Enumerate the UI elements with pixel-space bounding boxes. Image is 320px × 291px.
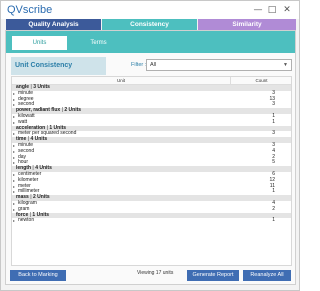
table-row[interactable]: ▸newton 1 xyxy=(12,218,291,224)
filter-select[interactable]: All ▼ xyxy=(146,59,292,71)
generate-report-button[interactable]: Generate Report xyxy=(187,270,239,281)
tab-units[interactable]: Units xyxy=(12,36,67,50)
panel-header: Unit Consistency Filter : All ▼ xyxy=(11,57,292,75)
group-count: 1 Units xyxy=(32,212,49,218)
tab-terms[interactable]: Terms xyxy=(71,36,126,50)
viewing-status: Viewing 17 units xyxy=(137,270,173,276)
footer-bar: Back to Marking Viewing 17 units Generat… xyxy=(6,267,295,285)
tab-consistency[interactable]: Consistency xyxy=(102,19,197,30)
caret-right-icon: ▸ xyxy=(13,218,15,224)
sub-tab-bar: Units Terms xyxy=(6,31,295,53)
app-window: QVscribe — □ ✕ Quality Analysis Consiste… xyxy=(0,0,300,291)
filter-label: Filter : xyxy=(131,62,146,68)
consistency-panel: Units Terms Unit Consistency Filter : Al… xyxy=(5,30,296,285)
maximize-icon[interactable]: □ xyxy=(266,4,278,16)
group-count: 3 Units xyxy=(33,84,50,90)
back-to-marking-button[interactable]: Back to Marking xyxy=(10,270,66,281)
minimize-icon[interactable]: — xyxy=(252,4,264,16)
column-header-unit[interactable]: Unit xyxy=(12,77,230,84)
units-grid: Unit Count angle | 3 Units ▸minute3 ▸deg… xyxy=(11,76,292,266)
unit-count: 1 xyxy=(230,218,275,224)
title-bar: QVscribe — □ ✕ xyxy=(1,1,299,19)
filter-value: All xyxy=(150,62,156,68)
grid-header: Unit Count xyxy=(12,77,291,85)
tab-quality-analysis[interactable]: Quality Analysis xyxy=(6,19,101,30)
panel-title: Unit Consistency xyxy=(11,57,106,75)
close-icon[interactable]: ✕ xyxy=(281,4,293,16)
tab-similarity[interactable]: Similarity xyxy=(198,19,296,30)
unit-name: newton xyxy=(18,218,34,224)
chevron-down-icon: ▼ xyxy=(283,60,288,70)
grid-rows: angle | 3 Units ▸minute3 ▸degree13 ▸seco… xyxy=(12,85,291,224)
reanalyze-all-button[interactable]: Reanalyze All xyxy=(243,270,291,281)
group-count: 2 Units xyxy=(64,107,81,113)
column-header-count[interactable]: Count xyxy=(230,77,292,84)
main-tabs: Quality Analysis Consistency Similarity xyxy=(6,19,296,30)
app-title: QVscribe xyxy=(7,4,52,16)
